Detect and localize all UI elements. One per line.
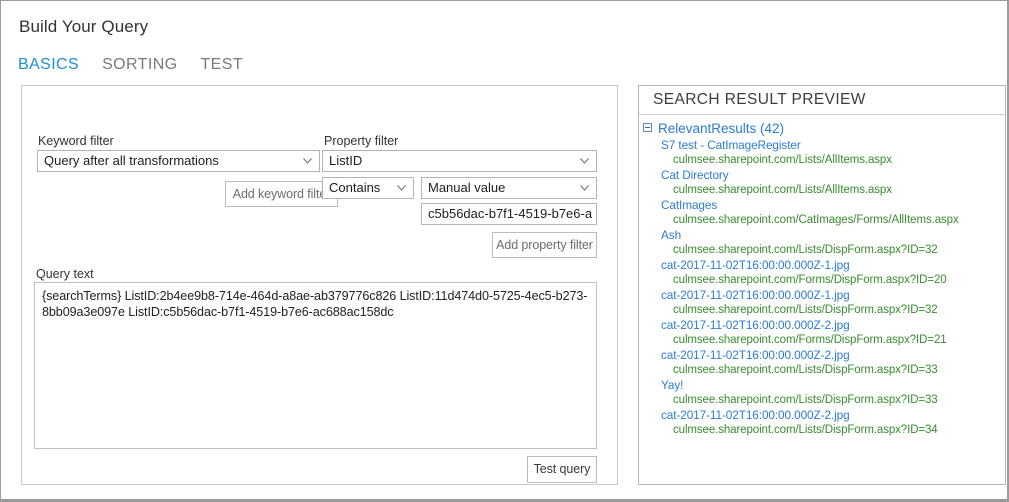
result-url: culmsee.sharepoint.com/Forms/DispForm.as…	[673, 334, 947, 346]
property-filter-label: Property filter	[324, 134, 399, 148]
list-item: Ash culmsee.sharepoint.com/Lists/DispFor…	[639, 228, 1005, 258]
list-item: cat-2017-11-02T16:00:00.000Z-2.jpg culms…	[639, 408, 1005, 438]
property-value-mode-value: Manual value	[428, 180, 506, 195]
list-item: Cat Directory culmsee.sharepoint.com/Lis…	[639, 168, 1005, 198]
result-title[interactable]: Ash	[661, 228, 1005, 243]
chevron-down-icon	[397, 185, 406, 191]
result-url: culmsee.sharepoint.com/Lists/DispForm.as…	[673, 364, 938, 376]
property-value-mode-select[interactable]: Manual value	[421, 177, 597, 199]
result-title[interactable]: cat-2017-11-02T16:00:00.000Z-2.jpg	[661, 408, 1005, 423]
tab-test[interactable]: TEST	[201, 56, 244, 75]
preview-header-label: SEARCH RESULT PREVIEW	[653, 91, 866, 108]
property-operator-select[interactable]: Contains	[322, 177, 414, 199]
property-operator-value: Contains	[329, 180, 381, 195]
result-url: culmsee.sharepoint.com/Forms/DispForm.as…	[673, 274, 947, 286]
list-item: cat-2017-11-02T16:00:00.000Z-2.jpg culms…	[639, 348, 1005, 378]
collapse-minus-icon[interactable]	[643, 123, 652, 132]
chevron-down-icon	[580, 185, 589, 191]
result-url: culmsee.sharepoint.com/Lists/DispForm.as…	[673, 394, 938, 406]
result-title[interactable]: cat-2017-11-02T16:00:00.000Z-2.jpg	[661, 348, 1005, 363]
result-url: culmsee.sharepoint.com/Lists/DispForm.as…	[673, 244, 938, 256]
list-item: cat-2017-11-02T16:00:00.000Z-1.jpg culms…	[639, 258, 1005, 288]
property-name-value: ListID	[329, 153, 363, 168]
tab-sorting[interactable]: SORTING	[102, 56, 177, 75]
tab-bar: BASICS SORTING TEST	[18, 56, 243, 75]
list-item: Yay! culmsee.sharepoint.com/Lists/DispFo…	[639, 378, 1005, 408]
result-url: culmsee.sharepoint.com/Lists/DispForm.as…	[673, 424, 938, 436]
result-title[interactable]: S7 test - CatImageRegister	[661, 138, 1005, 153]
chevron-down-icon	[580, 158, 589, 164]
query-text-textarea[interactable]: {searchTerms} ListID:2b4ee9b8-714e-464d-…	[34, 282, 597, 449]
chevron-down-icon	[303, 158, 312, 164]
list-item: CatImages culmsee.sharepoint.com/CatImag…	[639, 198, 1005, 228]
tab-basics[interactable]: BASICS	[18, 56, 79, 75]
result-title[interactable]: Yay!	[661, 378, 1005, 393]
result-url: culmsee.sharepoint.com/Lists/AllItems.as…	[673, 154, 892, 166]
result-title[interactable]: cat-2017-11-02T16:00:00.000Z-2.jpg	[661, 318, 1005, 333]
result-title[interactable]: cat-2017-11-02T16:00:00.000Z-1.jpg	[661, 258, 1005, 273]
preview-header: SEARCH RESULT PREVIEW	[639, 86, 1005, 115]
test-query-button[interactable]: Test query	[527, 456, 597, 483]
basics-panel: Keyword filter Query after all transform…	[21, 85, 618, 485]
relevant-results-label: RelevantResults (42)	[658, 121, 785, 136]
result-title[interactable]: CatImages	[661, 198, 1005, 213]
list-item: S7 test - CatImageRegister culmsee.share…	[639, 138, 1005, 168]
query-text-label: Query text	[36, 267, 94, 281]
result-title[interactable]: Cat Directory	[661, 168, 1005, 183]
result-title[interactable]: cat-2017-11-02T16:00:00.000Z-1.jpg	[661, 288, 1005, 303]
property-name-select[interactable]: ListID	[322, 150, 597, 172]
property-manual-value-input[interactable]: c5b56dac-b7f1-4519-b7e6-a	[421, 203, 597, 225]
result-url: culmsee.sharepoint.com/Lists/AllItems.as…	[673, 184, 892, 196]
keyword-filter-label: Keyword filter	[38, 134, 114, 148]
page-title: Build Your Query	[19, 17, 149, 36]
search-result-preview-panel: SEARCH RESULT PREVIEW RelevantResults (4…	[638, 85, 1006, 485]
query-builder-window: Build Your Query BASICS SORTING TEST Key…	[0, 0, 1009, 502]
list-item: cat-2017-11-02T16:00:00.000Z-1.jpg culms…	[639, 288, 1005, 318]
keyword-filter-select-value: Query after all transformations	[44, 153, 219, 168]
result-url: culmsee.sharepoint.com/CatImages/Forms/A…	[673, 214, 959, 226]
relevant-results-group: RelevantResults (42)	[639, 120, 1005, 137]
add-property-filter-button[interactable]: Add property filter	[492, 232, 597, 258]
result-url: culmsee.sharepoint.com/Lists/DispForm.as…	[673, 304, 938, 316]
preview-results-list: RelevantResults (42) S7 test - CatImageR…	[639, 116, 1005, 484]
list-item: cat-2017-11-02T16:00:00.000Z-2.jpg culms…	[639, 318, 1005, 348]
keyword-filter-select[interactable]: Query after all transformations	[37, 150, 320, 172]
